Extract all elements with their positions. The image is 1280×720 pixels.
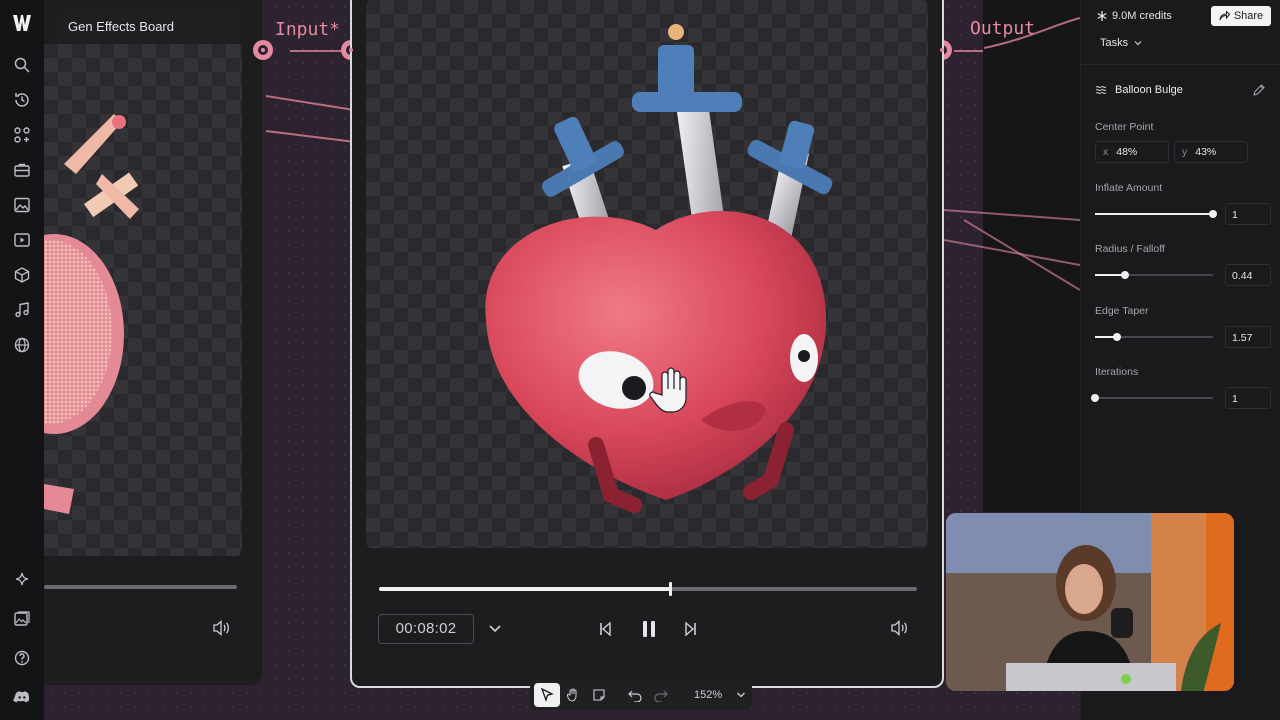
- webcam-video: [946, 513, 1234, 691]
- hand-tool-button[interactable]: [560, 683, 586, 707]
- music-icon[interactable]: [13, 301, 31, 319]
- help-icon[interactable]: [13, 649, 31, 667]
- discord-icon[interactable]: [13, 688, 31, 706]
- output-wires: [944, 17, 1080, 291]
- iterations-value[interactable]: 1: [1225, 387, 1271, 409]
- sparkle-icon[interactable]: [13, 571, 31, 589]
- video-preview[interactable]: [366, 0, 928, 548]
- history-icon[interactable]: [13, 91, 31, 109]
- left-rail: [0, 0, 44, 720]
- effect-title: Balloon Bulge: [1095, 84, 1183, 96]
- share-button[interactable]: Share: [1211, 6, 1271, 26]
- logo-icon[interactable]: [11, 12, 33, 34]
- playback-progress: [379, 587, 670, 591]
- center-x-value: 48%: [1116, 146, 1138, 158]
- heart-character-image: [485, 24, 833, 513]
- output-label: Output: [970, 18, 1036, 39]
- timecode-display[interactable]: 00:08:02: [378, 614, 474, 644]
- connection-wire: [265, 130, 352, 143]
- effect-node-player[interactable]: 00:08:02: [350, 0, 944, 688]
- tasks-label: Tasks: [1100, 37, 1129, 49]
- select-tool-button[interactable]: [534, 683, 560, 707]
- canvas-toolbar: 152%: [530, 680, 752, 710]
- radius-falloff-value[interactable]: 0.44: [1225, 264, 1271, 286]
- inflate-amount-value[interactable]: 1: [1225, 203, 1271, 225]
- undo-icon: [628, 690, 642, 702]
- scrubber-handle[interactable]: [668, 582, 672, 596]
- briefcase-icon[interactable]: [13, 161, 31, 179]
- chevron-down-icon[interactable]: [488, 623, 502, 635]
- panel-divider: [1081, 64, 1280, 65]
- playback-scrubber[interactable]: [379, 582, 917, 596]
- credits-indicator[interactable]: 9.0M credits: [1097, 10, 1172, 22]
- connection-wire: [265, 95, 352, 111]
- input-media-preview: [44, 44, 242, 556]
- redo-button[interactable]: [648, 683, 674, 707]
- radius-falloff-slider[interactable]: [1095, 271, 1213, 279]
- edge-taper-value[interactable]: 1.57: [1225, 326, 1271, 348]
- share-label: Share: [1233, 10, 1264, 22]
- zoom-level[interactable]: 152%: [694, 689, 722, 701]
- connection-wire: [290, 50, 342, 52]
- webcam-overlay: [946, 513, 1234, 691]
- volume-icon[interactable]: [890, 619, 910, 637]
- image-icon[interactable]: [13, 196, 31, 214]
- center-y-value: 43%: [1195, 146, 1217, 158]
- input-label: Input*: [275, 19, 341, 40]
- iterations-label: Iterations: [1095, 366, 1139, 378]
- effect-name: Balloon Bulge: [1115, 84, 1183, 96]
- hand-icon: [567, 688, 577, 702]
- note-tool-button[interactable]: [586, 683, 612, 707]
- waves-icon: [1095, 86, 1107, 94]
- search-icon[interactable]: [13, 56, 31, 74]
- next-frame-icon[interactable]: [682, 620, 698, 638]
- radius-falloff-label: Radius / Falloff: [1095, 243, 1165, 255]
- pencil-icon[interactable]: [1252, 84, 1265, 97]
- pause-icon[interactable]: [640, 619, 658, 639]
- inflate-amount-slider[interactable]: [1095, 210, 1217, 218]
- board-title[interactable]: Gen Effects Board: [58, 8, 242, 44]
- share-icon: [1219, 11, 1230, 21]
- redo-icon: [654, 690, 668, 702]
- video-icon[interactable]: [13, 231, 31, 249]
- inflate-amount-label: Inflate Amount: [1095, 182, 1163, 194]
- center-x-input[interactable]: x 48%: [1095, 141, 1169, 163]
- input-node-preview[interactable]: Gen Effects Board: [44, 0, 262, 685]
- credits-label: 9.0M credits: [1112, 10, 1172, 22]
- previous-frame-icon[interactable]: [598, 620, 614, 638]
- cursor-icon: [540, 688, 554, 702]
- nodes-icon[interactable]: [13, 126, 31, 144]
- center-point-label: Center Point: [1095, 121, 1154, 133]
- edge-taper-label: Edge Taper: [1095, 305, 1149, 317]
- input-scrubber[interactable]: [44, 585, 237, 589]
- gallery-icon[interactable]: [13, 610, 31, 628]
- asterisk-icon: [1097, 11, 1107, 21]
- tasks-dropdown[interactable]: Tasks: [1100, 37, 1142, 49]
- sticky-note-icon: [593, 689, 605, 701]
- halftone-heart-image: [44, 114, 139, 514]
- chevron-down-icon[interactable]: [736, 691, 746, 699]
- center-y-input[interactable]: y 43%: [1174, 141, 1248, 163]
- cube-icon[interactable]: [13, 266, 31, 284]
- board-canvas[interactable]: Gen Effects Board Input* Output 00:08:02: [44, 0, 1080, 720]
- edge-taper-slider[interactable]: [1095, 333, 1213, 341]
- chevron-down-icon: [1134, 41, 1142, 46]
- volume-icon[interactable]: [212, 619, 232, 637]
- input-port-left[interactable]: [253, 40, 273, 60]
- globe-icon[interactable]: [13, 336, 31, 354]
- iterations-slider[interactable]: [1091, 394, 1213, 402]
- undo-button[interactable]: [622, 683, 648, 707]
